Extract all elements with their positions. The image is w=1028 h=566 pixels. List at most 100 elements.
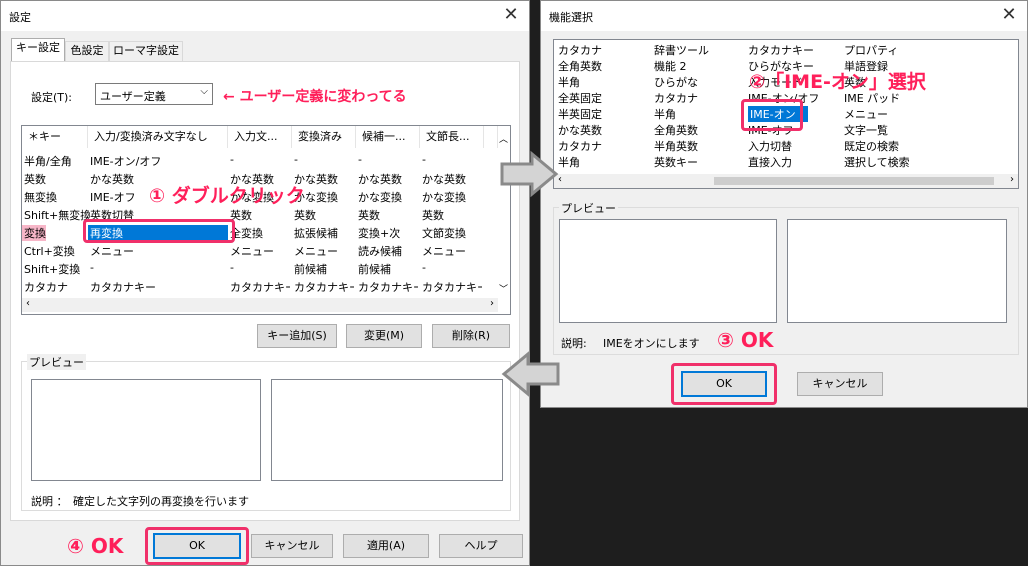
table-cell: 英数	[24, 173, 46, 186]
table-cell: メニュー	[230, 245, 274, 258]
function-item[interactable]: 辞書ツール	[654, 42, 746, 58]
table-cell: 読み候補	[358, 245, 402, 258]
table-cell: かな英数	[422, 173, 466, 186]
table-cell: IME-オン/オフ	[90, 155, 162, 168]
function-item[interactable]: かな英数	[558, 122, 650, 138]
scrollbar-thumb[interactable]	[714, 177, 994, 185]
table-cell: 前候補	[294, 263, 327, 276]
ok-button[interactable]: OK	[153, 533, 241, 559]
function-item[interactable]: 英数キー	[654, 154, 746, 170]
preview-pane-right	[271, 379, 503, 481]
function-item[interactable]: カタカナ	[654, 90, 746, 106]
table-cell: カタカナキー	[294, 281, 354, 294]
preview-pane-left	[559, 219, 777, 323]
table-cell: -	[358, 153, 362, 166]
close-icon[interactable]: ✕	[999, 4, 1019, 25]
function-item[interactable]: 選択して検索	[844, 154, 944, 170]
scroll-up-icon[interactable]: ︿	[499, 132, 508, 145]
description-label: 説明:	[561, 337, 587, 350]
settings-titlebar: 設定 ✕	[1, 1, 529, 31]
column-header[interactable]: 入力/変換済み文字なし	[88, 126, 228, 148]
table-cell: -	[422, 153, 426, 166]
function-item[interactable]: 直接入力	[748, 154, 840, 170]
help-button[interactable]: ヘルプ	[439, 534, 523, 558]
cancel-button[interactable]: キャンセル	[251, 534, 333, 558]
description-text: 説明 ： 確定した文字列の再変換を行います	[31, 495, 249, 508]
function-item[interactable]: 全英固定	[558, 90, 650, 106]
tab-key-settings[interactable]: キー設定	[11, 38, 65, 62]
column-header[interactable]: 変換済み	[292, 126, 356, 148]
function-select-titlebar: 機能選択 ✕	[541, 1, 1027, 31]
function-item[interactable]: カタカナ	[558, 42, 650, 58]
column-header[interactable]: 文節長...	[420, 126, 484, 148]
function-item[interactable]: 半角	[558, 74, 650, 90]
close-icon[interactable]: ✕	[501, 4, 521, 25]
function-item[interactable]: 半角	[558, 154, 650, 170]
horizontal-scrollbar[interactable]: ‹ ›	[22, 298, 498, 312]
function-select-title: 機能選択	[549, 11, 593, 24]
table-row[interactable]: カタカナ カタカナキー カタカナキー カタカナキー カタカナキー カタカナキー	[22, 279, 498, 297]
table-cell: メニュー	[90, 245, 134, 258]
function-item[interactable]: カタカナキー	[748, 42, 840, 58]
preview-label: プレビュー	[27, 354, 86, 370]
table-row[interactable]: 半角/全角 IME-オン/オフ - - - -	[22, 153, 498, 171]
tab-color-settings[interactable]: 色設定	[65, 41, 109, 61]
function-item[interactable]: 半角	[654, 106, 746, 122]
scroll-down-icon[interactable]: ﹀	[499, 282, 508, 295]
function-item[interactable]: 既定の検索	[844, 138, 944, 154]
settings-dialog: 設定 ✕ キー設定 色設定 ローマ字設定 設定(T): ユーザー定義 ⌵ ← ユ…	[0, 0, 530, 566]
preview-pane-right	[787, 219, 1007, 323]
scroll-left-icon[interactable]: ‹	[26, 298, 30, 309]
function-item[interactable]: 文字一覧	[844, 122, 944, 138]
table-cell: 拡張候補	[294, 227, 338, 240]
table-cell: 文節変換	[422, 227, 466, 240]
column-header[interactable]: 候補一...	[356, 126, 420, 148]
table-cell: Shift+変換	[24, 263, 81, 276]
table-cell: 英数	[230, 209, 252, 222]
scroll-right-icon[interactable]: ›	[490, 298, 494, 309]
annotation-changed: ← ユーザー定義に変わってる	[223, 89, 407, 105]
function-item[interactable]: メニュー	[844, 106, 944, 122]
annotation-step3: ③ OK	[717, 328, 774, 352]
function-item[interactable]: ひらがな	[654, 74, 746, 90]
function-item[interactable]: 半英固定	[558, 106, 650, 122]
table-cell: 英数	[422, 209, 444, 222]
function-item[interactable]: プロパティ	[844, 42, 944, 58]
horizontal-scrollbar[interactable]: ‹ ›	[554, 174, 1018, 188]
column-header[interactable]: ＊キー	[22, 126, 88, 148]
function-item[interactable]: 半角英数	[654, 138, 746, 154]
add-key-button[interactable]: キー追加(S)	[257, 324, 337, 348]
setting-select-value: ユーザー定義	[100, 90, 166, 103]
function-item[interactable]: 入力切替	[748, 138, 840, 154]
table-row[interactable]: Ctrl+変換 メニュー メニュー メニュー 読み候補 メニュー	[22, 243, 498, 261]
annotation-step4: ④ OK	[67, 534, 124, 558]
function-item[interactable]: 全角英数	[654, 122, 746, 138]
table-cell: -	[230, 153, 234, 166]
arrow-left-icon	[501, 350, 560, 398]
setting-select[interactable]: ユーザー定義 ⌵	[95, 83, 213, 105]
function-item[interactable]: 機能 2	[654, 58, 746, 74]
delete-button[interactable]: 削除(R)	[432, 324, 510, 348]
table-cell: 無変換	[24, 191, 57, 204]
function-item[interactable]: カタカナ	[558, 138, 650, 154]
function-item[interactable]: 全角英数	[558, 58, 650, 74]
table-cell: Ctrl+変換	[24, 245, 75, 258]
table-cell: メニュー	[422, 245, 466, 258]
settings-title: 設定	[9, 11, 31, 24]
apply-button[interactable]: 適用(A)	[343, 534, 429, 558]
column-header[interactable]	[484, 126, 498, 148]
table-row[interactable]: Shift+変換 - - 前候補 前候補 -	[22, 261, 498, 279]
change-button[interactable]: 変更(M)	[346, 324, 422, 348]
column-header[interactable]: 入力文...	[228, 126, 292, 148]
table-cell: カタカナキー	[422, 281, 482, 294]
ok-button[interactable]: OK	[681, 371, 767, 397]
table-cell: 前候補	[358, 263, 391, 276]
description-text: IMEをオンにします	[603, 337, 700, 350]
setting-label: 設定(T):	[31, 91, 73, 104]
tab-romaji-settings[interactable]: ローマ字設定	[109, 41, 183, 61]
table-cell: 変換	[22, 225, 46, 241]
cancel-button[interactable]: キャンセル	[797, 372, 883, 396]
highlight-ime-on	[741, 99, 803, 131]
scroll-right-icon[interactable]: ›	[1010, 174, 1014, 185]
table-cell: かな変換	[358, 191, 402, 204]
